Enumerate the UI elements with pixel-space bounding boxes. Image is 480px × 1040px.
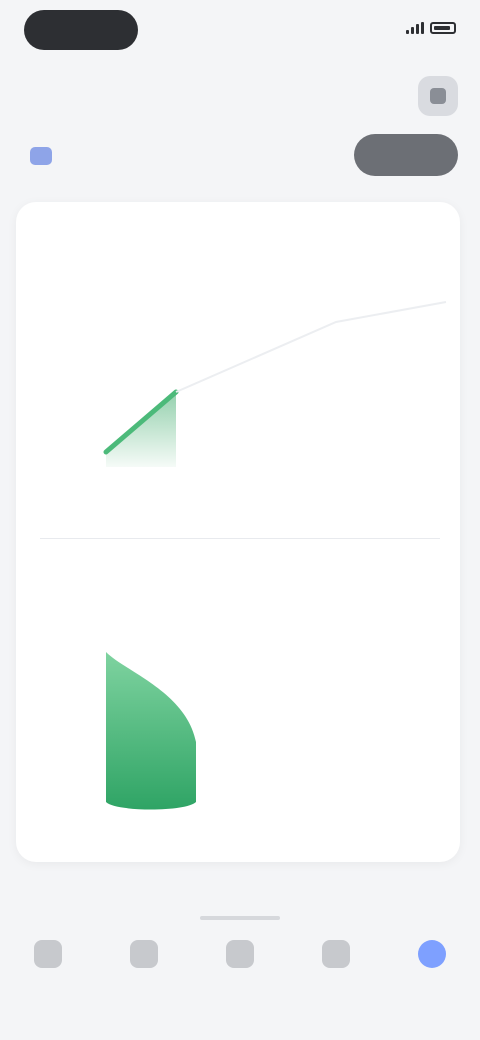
trend-faint-line — [175, 301, 447, 393]
profile-icon — [418, 940, 446, 968]
tab-chart[interactable] — [104, 920, 184, 1040]
signal-icon — [406, 22, 424, 34]
wallet-icon — [226, 940, 254, 968]
tab-wallet[interactable] — [200, 920, 280, 1040]
status-icons — [406, 22, 456, 34]
filter-chip[interactable] — [30, 142, 60, 170]
bar-shape — [106, 652, 196, 810]
chart-icon — [130, 940, 158, 968]
gear-icon — [430, 88, 446, 104]
status-time-pill — [24, 10, 138, 50]
calendar-icon — [30, 147, 52, 165]
settings-button[interactable] — [418, 76, 458, 116]
tab-bar — [0, 920, 480, 1040]
status-bar — [0, 0, 480, 64]
divider — [40, 538, 440, 539]
tab-home[interactable] — [8, 920, 88, 1040]
action-button[interactable] — [354, 134, 458, 176]
overview-card — [16, 202, 460, 862]
list-icon — [322, 940, 350, 968]
tab-profile[interactable] — [392, 920, 472, 1040]
header — [0, 64, 480, 194]
tab-list[interactable] — [296, 920, 376, 1040]
trend-chart — [103, 301, 447, 467]
home-icon — [34, 940, 62, 968]
bar-chart — [106, 652, 196, 810]
battery-icon — [430, 22, 456, 34]
